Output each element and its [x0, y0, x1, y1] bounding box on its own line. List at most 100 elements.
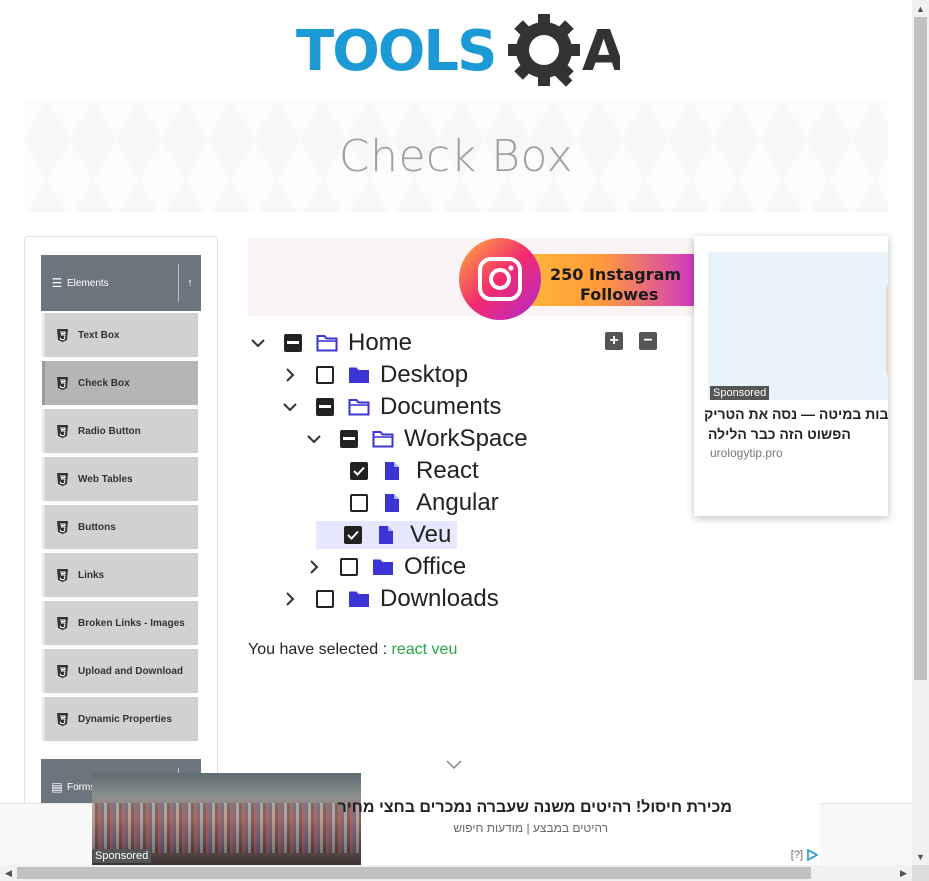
page-title: Check Box — [338, 130, 574, 182]
tree-node-veu: Veu — [316, 521, 458, 549]
instagram-ad-banner[interactable]: 250 Instagram Followes — [458, 238, 694, 320]
vertical-scrollbar[interactable]: ▲ ▼ — [912, 0, 929, 865]
chevron-right-icon[interactable] — [282, 591, 298, 607]
sidebar-item-text-box[interactable]: Text Box — [42, 313, 198, 357]
scrollbar-thumb[interactable] — [17, 867, 811, 879]
sponsored-ad-bottom[interactable]: Sponsored מכירת חיסול! רהיטים משנה שעברה… — [92, 773, 820, 865]
page-banner: Check Box — [24, 100, 888, 212]
checkbox[interactable] — [340, 558, 358, 576]
result-values: react veu — [391, 641, 458, 658]
sidebar-item-label: Dynamic Properties — [78, 713, 172, 725]
sidebar-item-label: Radio Button — [78, 425, 141, 437]
scroll-left-icon[interactable]: ◀ — [0, 865, 17, 881]
collapse-all-button[interactable]: − — [639, 332, 657, 350]
tree-node-home: Home — [250, 329, 412, 357]
checkbox[interactable] — [344, 526, 362, 544]
html5-icon — [57, 376, 68, 390]
sidebar-group-elements[interactable]: ☰ Elements ↑ — [41, 255, 201, 311]
tree-node-label[interactable]: Veu — [410, 521, 451, 549]
scroll-up-icon[interactable]: ▲ — [912, 0, 929, 17]
sponsored-ad-right[interactable]: Sponsored :זבות במיטה — נסה את הטריק הפש… — [694, 236, 888, 516]
sidebar-group-label: Elements — [67, 277, 109, 289]
tree-node-label[interactable]: Documents — [380, 393, 501, 421]
chevron-down-icon[interactable] — [306, 431, 322, 447]
tree-node-label[interactable]: React — [416, 457, 479, 485]
sidebar-item-upload-download[interactable]: Upload and Download — [42, 649, 198, 693]
sidebar-item-label: Links — [78, 569, 105, 581]
tree-node-downloads: Downloads — [282, 585, 499, 613]
sidebar-item-check-box[interactable]: Check Box — [42, 361, 198, 405]
sidebar-item-dynamic-properties[interactable]: Dynamic Properties — [42, 697, 198, 741]
scrollbar-thumb[interactable] — [914, 17, 927, 680]
tree-node-documents: Documents — [282, 393, 501, 421]
html5-icon — [57, 712, 68, 726]
ad-subtitle: רהיטים במבצע | מודעות חיפוש — [453, 821, 608, 835]
gear-icon — [508, 14, 580, 87]
tree-node-label[interactable]: Angular — [416, 489, 499, 517]
tree-node-label[interactable]: Desktop — [380, 361, 468, 389]
tree-node-workspace: WorkSpace — [306, 425, 528, 453]
checkbox[interactable] — [340, 430, 358, 448]
result-label: You have selected : — [248, 641, 388, 658]
html5-icon — [57, 616, 68, 630]
ad-choices[interactable]: [?] — [791, 849, 818, 861]
checkbox[interactable] — [316, 398, 334, 416]
tree-node-react: React — [316, 457, 479, 485]
ad-title[interactable]: :זבות במיטה — נסה את הטריק הפשוט הזה כבר… — [704, 404, 888, 444]
chevron-down-icon[interactable] — [446, 760, 462, 770]
list-icon: ☰ — [51, 276, 63, 290]
tree-node-desktop: Desktop — [282, 361, 468, 389]
scroll-right-icon[interactable]: ▶ — [895, 865, 912, 881]
checkbox[interactable] — [284, 334, 302, 352]
sidebar-item-label: Text Box — [78, 329, 120, 341]
folder-open-icon — [316, 335, 338, 352]
scroll-down-icon[interactable]: ▼ — [912, 848, 929, 865]
chevron-down-icon[interactable] — [250, 335, 266, 351]
folder-open-icon — [372, 431, 394, 448]
checkbox[interactable] — [350, 462, 368, 480]
tree-node-label[interactable]: Home — [348, 329, 412, 357]
tree-node-label[interactable]: Downloads — [380, 585, 499, 613]
logo-text-blue: TOOLS — [296, 19, 495, 84]
checkbox[interactable] — [316, 366, 334, 384]
form-icon: ▤ — [51, 780, 63, 794]
tree-node-angular: Angular — [316, 489, 499, 517]
sidebar-item-web-tables[interactable]: Web Tables — [42, 457, 198, 501]
arrow-up-icon[interactable]: ↑ — [179, 277, 201, 289]
chevron-down-icon[interactable] — [282, 399, 298, 415]
sidebar-item-label: Check Box — [78, 377, 130, 389]
file-icon — [385, 462, 399, 480]
sidebar-item-radio-button[interactable]: Radio Button — [42, 409, 198, 453]
html5-icon — [57, 664, 68, 678]
checkbox[interactable] — [316, 590, 334, 608]
svg-text:250 Instagram: 250 Instagram — [550, 265, 681, 284]
file-icon — [385, 494, 399, 512]
file-icon — [379, 526, 393, 544]
selection-result: You have selected : react veu — [248, 641, 457, 659]
ad-source: urologytip.pro — [710, 446, 783, 460]
html5-icon — [57, 568, 68, 582]
folder-icon — [349, 367, 369, 383]
chevron-right-icon[interactable] — [306, 559, 322, 575]
html5-icon — [57, 424, 68, 438]
ad-title[interactable]: מכירת חיסול! רהיטים משנה שעברה נמכרים בח… — [338, 799, 732, 817]
chevron-right-icon[interactable] — [282, 367, 298, 383]
horizontal-scrollbar[interactable]: ◀ ▶ — [0, 865, 912, 881]
tree-node-label[interactable]: Office — [404, 553, 466, 581]
adchoices-icon — [807, 849, 818, 861]
toolsqa-logo[interactable]: TOOLS A — [296, 14, 620, 92]
sidebar-item-label: Web Tables — [78, 473, 133, 485]
checkbox[interactable] — [350, 494, 368, 512]
sidebar-item-links[interactable]: Links — [42, 553, 198, 597]
sidebar-item-broken-links[interactable]: Broken Links - Images — [42, 601, 198, 645]
tree-node-office: Office — [306, 553, 466, 581]
html5-icon — [57, 520, 68, 534]
svg-text:Followes: Followes — [580, 285, 658, 304]
tree-node-label[interactable]: WorkSpace — [404, 425, 528, 453]
sidebar-item-label: Broken Links - Images — [78, 617, 185, 629]
sidebar: ☰ Elements ↑ Text Box Check Box Radio Bu… — [24, 236, 218, 826]
sidebar-item-buttons[interactable]: Buttons — [42, 505, 198, 549]
expand-all-button[interactable]: + — [605, 332, 623, 350]
folder-open-icon — [348, 399, 370, 416]
sponsored-badge: Sponsored — [710, 386, 770, 400]
